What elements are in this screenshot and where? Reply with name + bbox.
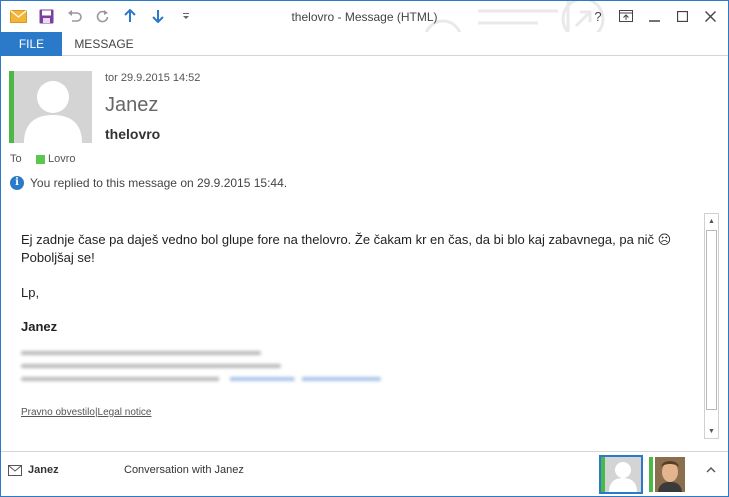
- info-icon: i: [10, 176, 24, 190]
- ribbon-tabs: FILE MESSAGE: [1, 32, 728, 56]
- message-body: Ej zadnje čase pa daješ vedno bol glupe …: [9, 213, 702, 439]
- legal-link-slovenian[interactable]: Pravno obvestilo: [21, 407, 95, 418]
- sender-avatar-thumbnail[interactable]: [599, 455, 643, 494]
- legal-link-english[interactable]: Legal notice: [98, 407, 152, 418]
- info-bar[interactable]: i You replied to this message on 29.9.20…: [10, 176, 287, 190]
- to-row: To Lovro: [10, 153, 76, 165]
- people-pane-name[interactable]: Janez: [28, 464, 59, 476]
- info-text: You replied to this message on 29.9.2015…: [30, 176, 288, 190]
- body-line-3: Lp,: [21, 285, 40, 300]
- body-line-2: Poboljšaj se!: [21, 250, 95, 265]
- ribbon-display-options-button[interactable]: [614, 5, 638, 27]
- title-bar: thelovro - Message (HTML) ?: [1, 1, 728, 56]
- outlook-message-window: thelovro - Message (HTML) ? FILE MESSAGE…: [0, 0, 729, 497]
- presence-icon: [36, 154, 45, 164]
- tab-file[interactable]: FILE: [1, 32, 62, 56]
- expand-people-pane-icon[interactable]: [706, 465, 716, 476]
- recipient-avatar-thumbnail[interactable]: [655, 457, 685, 492]
- legal-links: Pravno obvestilo|Legal notice: [21, 407, 151, 418]
- tab-message[interactable]: MESSAGE: [69, 32, 139, 56]
- people-pane: Janez Conversation with Janez: [1, 451, 728, 496]
- blurred-signature: [21, 351, 381, 391]
- avatar[interactable]: [14, 71, 92, 143]
- scroll-down-icon[interactable]: ▼: [705, 424, 718, 438]
- to-label: To: [10, 153, 22, 165]
- vertical-scrollbar[interactable]: ▲ ▼: [704, 213, 719, 439]
- minimize-button[interactable]: [642, 5, 666, 27]
- window-controls: ?: [586, 5, 722, 27]
- signature-name: Janez: [21, 319, 58, 334]
- scroll-up-icon[interactable]: ▲: [705, 214, 718, 228]
- envelope-icon: [8, 465, 22, 476]
- close-button[interactable]: [698, 5, 722, 27]
- sender-name[interactable]: Janez: [105, 94, 158, 117]
- recipient-name[interactable]: Lovro: [48, 153, 76, 165]
- message-subject: thelovro: [105, 126, 161, 142]
- body-line-1: Ej zadnje čase pa daješ vedno bol glupe …: [21, 232, 672, 247]
- maximize-button[interactable]: [670, 5, 694, 27]
- scroll-thumb[interactable]: [706, 230, 717, 410]
- message-date: tor 29.9.2015 14:52: [105, 72, 201, 84]
- presence-bar-recipient: [649, 457, 653, 492]
- help-button[interactable]: ?: [586, 5, 610, 27]
- conversation-label: Conversation with Janez: [124, 464, 244, 476]
- presence-bar-sender: [601, 457, 605, 492]
